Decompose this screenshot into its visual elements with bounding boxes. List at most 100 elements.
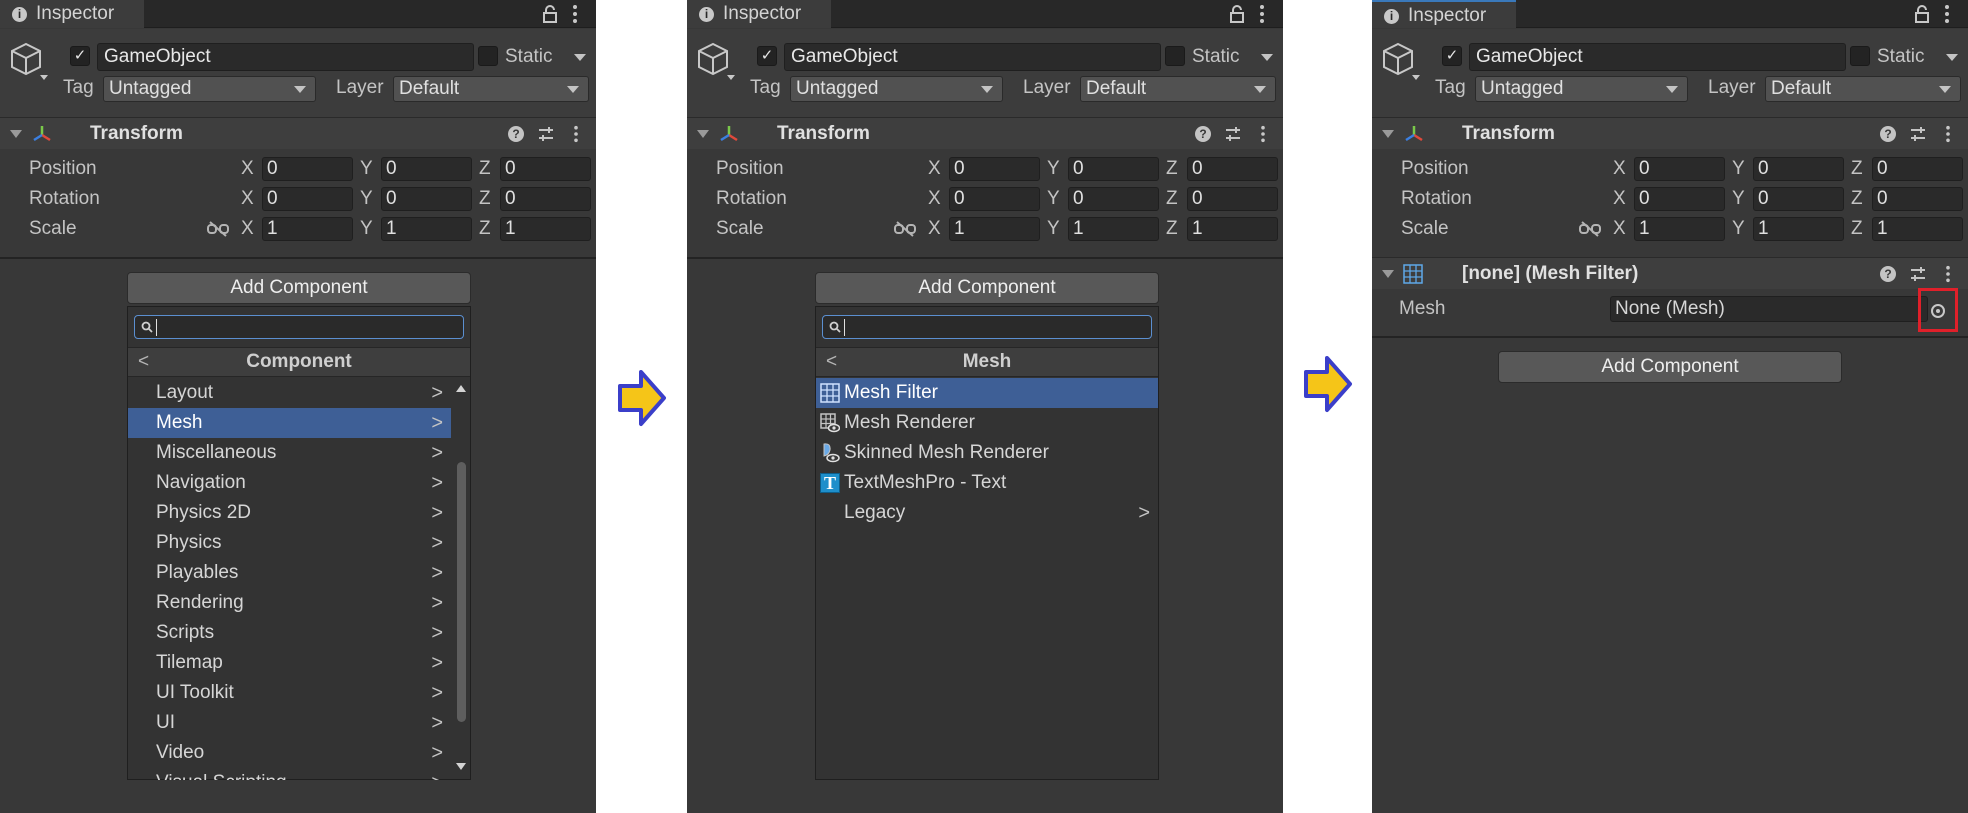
kebab-menu-icon[interactable] [1260, 125, 1266, 143]
static-dropdown-arrow-icon[interactable] [1261, 54, 1273, 61]
foldout-arrow-icon[interactable] [10, 130, 22, 138]
list-item-mesh[interactable]: Mesh > [128, 408, 451, 438]
static-checkbox[interactable] [1850, 46, 1870, 66]
unlinked-scale-icon[interactable] [1579, 221, 1601, 237]
static-dropdown-arrow-icon[interactable] [574, 54, 586, 61]
axis-x-label[interactable]: X [928, 157, 941, 181]
tab-inspector[interactable]: i Inspector [0, 0, 144, 28]
list-item-navigation[interactable]: Navigation > [128, 468, 451, 498]
help-icon[interactable]: ? [1880, 126, 1896, 142]
lock-icon[interactable] [1913, 4, 1931, 24]
gameobject-name-field[interactable]: GameObject [97, 43, 474, 71]
list-item-ui-toolkit[interactable]: UI Toolkit > [128, 678, 451, 708]
rotation-x-field[interactable]: 0 [262, 187, 353, 211]
position-x-field[interactable]: 0 [949, 157, 1040, 181]
position-z-field[interactable]: 0 [1872, 157, 1963, 181]
list-item-layout[interactable]: Layout > [128, 378, 451, 408]
lock-icon[interactable] [541, 4, 559, 24]
rotation-y-field[interactable]: 0 [1068, 187, 1159, 211]
add-component-button[interactable]: Add Component [1498, 351, 1842, 383]
axis-y-label[interactable]: Y [360, 157, 373, 181]
axis-y-label[interactable]: Y [1047, 157, 1060, 181]
object-picker-button[interactable] [1918, 288, 1958, 332]
list-item-legacy[interactable]: Legacy > [816, 498, 1158, 528]
scroll-thumb[interactable] [457, 462, 466, 722]
transform-header[interactable]: Transform ? [0, 117, 596, 149]
kebab-menu-icon[interactable] [573, 125, 579, 143]
axis-z-label[interactable]: Z [1851, 157, 1863, 181]
axis-z-label[interactable]: Z [1166, 157, 1178, 181]
scale-z-field[interactable]: 1 [1187, 217, 1278, 241]
position-y-field[interactable]: 0 [1753, 157, 1844, 181]
list-item-ui[interactable]: UI > [128, 708, 451, 738]
foldout-arrow-icon[interactable] [697, 130, 709, 138]
tab-inspector[interactable]: i Inspector [687, 0, 831, 28]
position-y-field[interactable]: 0 [381, 157, 472, 181]
position-x-field[interactable]: 0 [1634, 157, 1725, 181]
scroll-down-icon[interactable] [456, 763, 466, 770]
scale-y-field[interactable]: 1 [1753, 217, 1844, 241]
foldout-arrow-icon[interactable] [1382, 270, 1394, 278]
axis-x-label[interactable]: X [241, 157, 254, 181]
scale-x-field[interactable]: 1 [1634, 217, 1725, 241]
static-dropdown-arrow-icon[interactable] [1946, 54, 1958, 61]
help-icon[interactable]: ? [1880, 266, 1896, 282]
tag-dropdown[interactable]: Untagged [1475, 76, 1688, 102]
rotation-x-field[interactable]: 0 [1634, 187, 1725, 211]
tag-dropdown[interactable]: Untagged [103, 76, 316, 102]
axis-x-label[interactable]: X [928, 187, 941, 211]
rotation-y-field[interactable]: 0 [1753, 187, 1844, 211]
axis-y-label[interactable]: Y [1732, 157, 1745, 181]
list-item-video[interactable]: Video > [128, 738, 451, 768]
foldout-arrow-icon[interactable] [1382, 130, 1394, 138]
static-checkbox[interactable] [478, 46, 498, 66]
transform-header[interactable]: Transform ? [687, 117, 1283, 149]
layer-dropdown[interactable]: Default [393, 76, 589, 102]
axis-y-label[interactable]: Y [1732, 217, 1745, 241]
help-icon[interactable]: ? [1195, 126, 1211, 142]
active-checkbox[interactable]: ✓ [70, 46, 90, 66]
scroll-up-icon[interactable] [456, 385, 466, 392]
list-item-visual-scripting[interactable]: Visual Scripting > [128, 768, 451, 780]
cube-icon[interactable] [697, 41, 735, 81]
scale-z-field[interactable]: 1 [500, 217, 591, 241]
lock-icon[interactable] [1228, 4, 1246, 24]
list-item-playables[interactable]: Playables > [128, 558, 451, 588]
axis-z-label[interactable]: Z [1851, 217, 1863, 241]
scale-z-field[interactable]: 1 [1872, 217, 1963, 241]
kebab-menu-icon[interactable] [572, 4, 578, 24]
help-icon[interactable]: ? [508, 126, 524, 142]
axis-z-label[interactable]: Z [1166, 217, 1178, 241]
axis-x-label[interactable]: X [1613, 187, 1626, 211]
kebab-menu-icon[interactable] [1944, 4, 1950, 24]
list-item-skinned-mesh-renderer[interactable]: Skinned Mesh Renderer [816, 438, 1158, 468]
tag-dropdown[interactable]: Untagged [790, 76, 1003, 102]
popup-scrollbar[interactable] [454, 385, 468, 775]
transform-header[interactable]: Transform ? [1372, 117, 1968, 149]
rotation-x-field[interactable]: 0 [949, 187, 1040, 211]
axis-z-label[interactable]: Z [1851, 187, 1863, 211]
axis-x-label[interactable]: X [928, 217, 941, 241]
add-component-button[interactable]: Add Component [127, 272, 471, 304]
axis-y-label[interactable]: Y [1047, 187, 1060, 211]
position-y-field[interactable]: 0 [1068, 157, 1159, 181]
mesh-object-field[interactable]: None (Mesh) [1610, 296, 1928, 322]
preset-icon[interactable] [1225, 126, 1241, 142]
cube-icon[interactable] [1382, 41, 1420, 81]
unlinked-scale-icon[interactable] [894, 221, 916, 237]
position-x-field[interactable]: 0 [262, 157, 353, 181]
preset-icon[interactable] [538, 126, 554, 142]
layer-dropdown[interactable]: Default [1765, 76, 1961, 102]
axis-y-label[interactable]: Y [1047, 217, 1060, 241]
search-input[interactable] [134, 315, 464, 339]
list-item-mesh-filter[interactable]: Mesh Filter [816, 378, 1158, 408]
axis-y-label[interactable]: Y [360, 187, 373, 211]
axis-x-label[interactable]: X [1613, 157, 1626, 181]
rotation-z-field[interactable]: 0 [500, 187, 591, 211]
axis-z-label[interactable]: Z [1166, 187, 1178, 211]
preset-icon[interactable] [1910, 126, 1926, 142]
list-item-textmeshpro-text[interactable]: T TextMeshPro - Text [816, 468, 1158, 498]
active-checkbox[interactable]: ✓ [757, 46, 777, 66]
axis-y-label[interactable]: Y [1732, 187, 1745, 211]
kebab-menu-icon[interactable] [1259, 4, 1265, 24]
